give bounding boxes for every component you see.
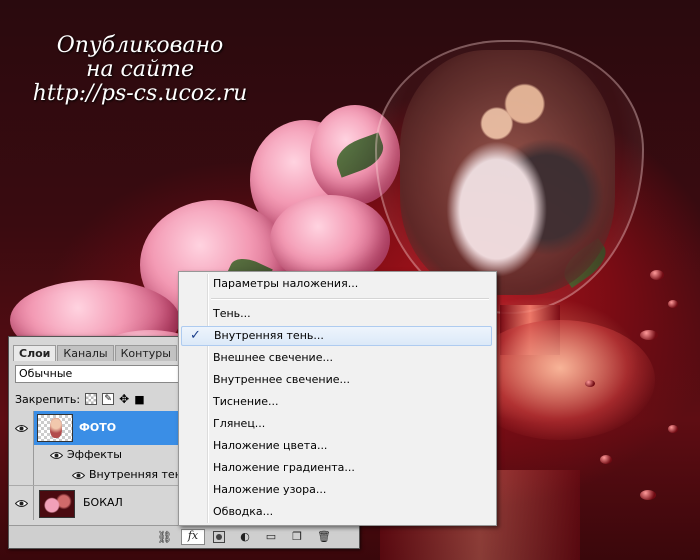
eye-icon[interactable] [14, 421, 28, 435]
link-icon[interactable]: ⛓ [157, 531, 172, 543]
menu-item-label: Наложение цвета... [213, 439, 328, 452]
panel-tabs: Слои Каналы Контуры [13, 345, 178, 361]
visibility-cell [9, 445, 34, 465]
lock-label: Закрепить: [15, 392, 81, 406]
checkmark-icon: ✓ [190, 328, 201, 343]
mask-icon[interactable] [213, 531, 225, 543]
menu-item-outer-glow[interactable]: Внешнее свечение... [181, 348, 492, 368]
eye-icon[interactable] [71, 468, 85, 482]
menu-item-label: Параметры наложения... [213, 277, 359, 290]
water-drop [668, 300, 678, 308]
watermark-text: Опубликовано на сайте http://ps-cs.ucoz.… [20, 34, 260, 106]
lock-transparent-icon[interactable] [85, 393, 98, 405]
fx-icon[interactable]: fx [181, 529, 205, 545]
tab-channels[interactable]: Каналы [57, 345, 114, 361]
menu-item-label: Тиснение... [213, 395, 279, 408]
adjustment-icon[interactable]: ◐ [239, 531, 251, 543]
menu-item-bevel-emboss[interactable]: Тиснение... [181, 392, 492, 412]
menu-item-pattern-overlay[interactable]: Наложение узора... [181, 480, 492, 500]
lock-position-icon[interactable]: ✥ [119, 392, 129, 406]
menu-separator [211, 298, 489, 300]
new-layer-icon[interactable]: ❐ [291, 531, 303, 543]
watermark-line: Опубликовано [56, 33, 224, 58]
eye-icon[interactable] [49, 448, 63, 462]
lock-image-icon[interactable]: ✎ [102, 393, 115, 405]
watermark-line: на сайте [85, 57, 195, 82]
visibility-cell [9, 465, 34, 485]
trash-icon[interactable]: 🗑 [317, 531, 331, 543]
fx-label: fx [187, 529, 199, 542]
menu-item-label: Внутренняя тень... [214, 329, 324, 342]
menu-item-label: Тень... [213, 307, 251, 320]
menu-item-blending-options[interactable]: Параметры наложения... [181, 274, 492, 294]
water-drop [585, 380, 595, 387]
tab-paths[interactable]: Контуры [114, 345, 177, 361]
effects-label: Эффекты [67, 448, 122, 461]
menu-item-stroke[interactable]: Обводка... [181, 502, 492, 522]
photo-thumb-figure [50, 418, 62, 438]
menu-item-label: Глянец... [213, 417, 266, 430]
eye-icon[interactable] [14, 496, 28, 510]
group-icon[interactable]: ▭ [265, 531, 277, 543]
layers-footer: ⛓ fx ◐ ▭ ❐ 🗑 [9, 525, 359, 548]
layer-thumbnail [37, 414, 73, 442]
menu-item-label: Обводка... [213, 505, 274, 518]
menu-item-inner-shadow[interactable]: ✓ Внутренняя тень... [181, 326, 492, 346]
menu-item-drop-shadow[interactable]: Тень... [181, 304, 492, 324]
layer-name: ФОТО [79, 421, 117, 434]
mask-circle [216, 534, 222, 540]
menu-item-inner-glow[interactable]: Внутреннее свечение... [181, 370, 492, 390]
water-drop [650, 270, 664, 280]
menu-item-label: Внешнее свечение... [213, 351, 333, 364]
layer-name: БОКАЛ [83, 496, 123, 509]
couple-photo [400, 50, 615, 295]
menu-item-label: Внутреннее свечение... [213, 373, 350, 386]
menu-item-label: Наложение градиента... [213, 461, 355, 474]
layer-style-menu: Параметры наложения... Тень... ✓ Внутрен… [178, 271, 497, 526]
menu-item-satin[interactable]: Глянец... [181, 414, 492, 434]
water-drop [600, 455, 612, 464]
water-drop [640, 330, 658, 340]
water-drop [668, 425, 678, 433]
tab-layers[interactable]: Слои [13, 345, 57, 361]
water-drop [640, 490, 656, 500]
effect-name: Внутренняя тень [89, 468, 189, 481]
menu-item-gradient-overlay[interactable]: Наложение градиента... [181, 458, 492, 478]
watermark-url: http://ps-cs.ucoz.ru [32, 81, 248, 106]
layer-thumbnail [39, 490, 75, 518]
lock-all-icon[interactable]: ■ [134, 393, 144, 406]
lock-row: Закрепить: ✎ ✥ ■ [15, 391, 145, 407]
menu-item-color-overlay[interactable]: Наложение цвета... [181, 436, 492, 456]
menu-item-label: Наложение узора... [213, 483, 327, 496]
